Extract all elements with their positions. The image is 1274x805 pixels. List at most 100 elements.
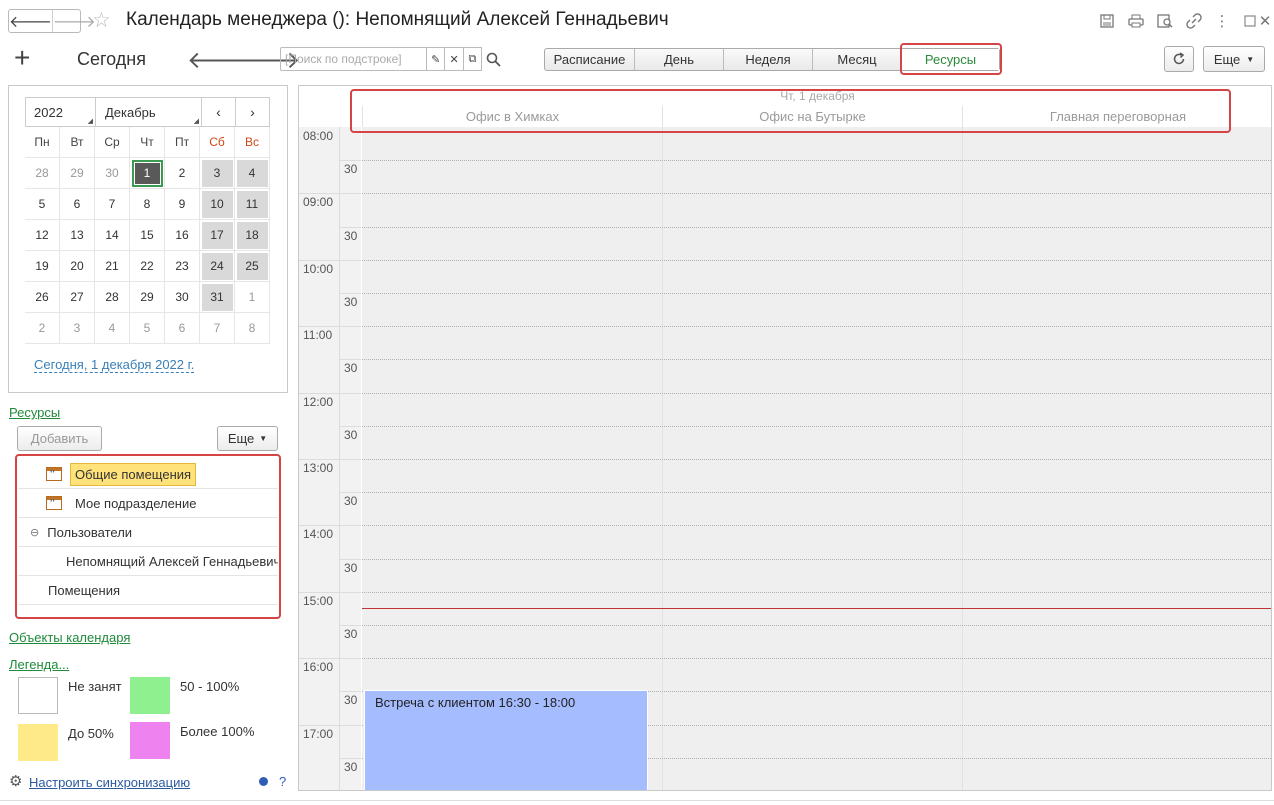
list-item[interactable]: Помещения [18, 576, 278, 605]
hour-label: 12:00 [303, 394, 334, 409]
calendar-day[interactable]: 15 [130, 220, 165, 251]
view-tab-schedule[interactable]: Расписание [545, 49, 634, 70]
view-tab-resources[interactable]: Ресурсы [901, 49, 999, 70]
calendar-day[interactable]: 30 [95, 158, 130, 189]
calendar-day[interactable]: 29 [130, 282, 165, 313]
schedule-column-header: Офис в Химках [362, 106, 662, 127]
calendar-day[interactable]: 3 [200, 158, 235, 189]
calendar-day[interactable]: 13 [60, 220, 95, 251]
calendar-day[interactable]: 17 [200, 220, 235, 251]
time-tick [339, 226, 361, 228]
hour-label: 08:00 [303, 129, 334, 143]
favorite-star-icon[interactable]: ☆ [92, 8, 111, 33]
prev-month-icon[interactable]: ‹ [202, 98, 236, 126]
calendar-day[interactable]: 22 [130, 251, 165, 282]
calendar-day-number: 6 [178, 321, 186, 335]
schedule-grid[interactable]: Встреча с клиентом 16:30 - 18:00 [362, 127, 1271, 790]
calendar-day[interactable]: 2 [165, 158, 200, 189]
calendar-day[interactable]: 31 [200, 282, 235, 313]
calendar-day[interactable]: 2 [25, 313, 60, 344]
more-button[interactable]: Еще ▼ [1203, 46, 1265, 72]
calendar-day[interactable]: 27 [60, 282, 95, 313]
add-resource-button[interactable]: Добавить [17, 426, 102, 451]
print-icon[interactable] [1126, 11, 1146, 31]
pencil-icon[interactable]: ✎ [427, 47, 446, 71]
legend-link[interactable]: Легенда... [9, 657, 69, 672]
maximize-icon[interactable] [1240, 11, 1260, 31]
calendar-day[interactable]: 7 [200, 313, 235, 344]
calendar-objects-link[interactable]: Объекты календаря [9, 630, 130, 645]
calendar-day[interactable]: 8 [130, 189, 165, 220]
next-month-icon[interactable]: › [236, 98, 269, 126]
calendar-day[interactable]: 12 [25, 220, 60, 251]
calendar-day[interactable]: 1 [130, 158, 165, 189]
today-button[interactable]: Сегодня [77, 49, 146, 70]
sync-settings-link[interactable]: Настроить синхронизацию [29, 775, 190, 790]
forward-arrow-icon[interactable]: 🡒 [51, 10, 96, 32]
calendar-day[interactable]: 29 [60, 158, 95, 189]
calendar-day[interactable]: 16 [165, 220, 200, 251]
view-tab-day[interactable]: День [634, 49, 723, 70]
calendar-day[interactable]: 30 [165, 282, 200, 313]
refresh-button[interactable] [1164, 46, 1194, 72]
calendar-day[interactable]: 28 [95, 282, 130, 313]
calendar-day[interactable]: 11 [235, 189, 270, 220]
calendar-day-number: 16 [175, 228, 189, 242]
calendar-day[interactable]: 5 [130, 313, 165, 344]
add-icon[interactable]: + [14, 44, 30, 72]
calendar-day[interactable]: 28 [25, 158, 60, 189]
calendar-day[interactable]: 18 [235, 220, 270, 251]
list-item[interactable]: Общие помещения [18, 460, 278, 489]
search-input[interactable]: [Поиск по подстроке] [280, 47, 428, 71]
calendar-day[interactable]: 21 [95, 251, 130, 282]
time-tick [299, 591, 361, 593]
resources-title-link[interactable]: Ресурсы [9, 405, 60, 420]
view-tab-week[interactable]: Неделя [723, 49, 812, 70]
calendar-day[interactable]: 19 [25, 251, 60, 282]
back-arrow-icon[interactable]: 🡐 [9, 10, 52, 32]
list-item[interactable]: Мое подразделение [18, 489, 278, 518]
calendar-day[interactable]: 3 [60, 313, 95, 344]
calendar-day[interactable]: 26 [25, 282, 60, 313]
calendar-day[interactable]: 1 [235, 282, 270, 313]
calendar-day[interactable]: 6 [60, 189, 95, 220]
calendar-day[interactable]: 23 [165, 251, 200, 282]
help-icon[interactable]: ? [279, 774, 286, 789]
resource-label: Мое подразделение [75, 495, 197, 511]
grid-line [362, 625, 1271, 626]
more-vert-icon[interactable]: ⋮ [1212, 11, 1232, 31]
calendar-day[interactable]: 25 [235, 251, 270, 282]
calendar-day[interactable]: 4 [95, 313, 130, 344]
link-icon[interactable] [1184, 11, 1204, 31]
calendar-day[interactable]: 9 [165, 189, 200, 220]
close-icon[interactable]: ✕ [1258, 11, 1272, 31]
schedule-event[interactable]: Встреча с клиентом 16:30 - 18:00 [364, 690, 648, 790]
calendar-day[interactable]: 4 [235, 158, 270, 189]
calendar-day-number: 30 [175, 290, 189, 304]
collapse-icon[interactable]: ⊖ [30, 526, 39, 539]
preview-icon[interactable] [1155, 11, 1175, 31]
copy-icon[interactable]: ⧉ [463, 47, 483, 71]
search-icon[interactable] [482, 47, 505, 71]
calendar-day-number: 20 [70, 259, 84, 273]
today-link[interactable]: Сегодня, 1 декабря 2022 г. [34, 357, 195, 373]
calendar-day[interactable]: 24 [200, 251, 235, 282]
clear-icon[interactable]: ✕ [445, 47, 464, 71]
list-item[interactable]: Непомнящий Алексей Геннадьевич [18, 547, 278, 576]
calendar-day[interactable]: 5 [25, 189, 60, 220]
month-field[interactable]: Декабрь ◢ [96, 98, 202, 126]
save-icon[interactable] [1097, 11, 1117, 31]
view-tab-month[interactable]: Месяц [812, 49, 901, 70]
resource-label: Помещения [48, 582, 121, 598]
calendar-day[interactable]: 20 [60, 251, 95, 282]
calendar-day-number: 2 [178, 166, 186, 180]
calendar-day[interactable]: 8 [235, 313, 270, 344]
calendar-day[interactable]: 10 [200, 189, 235, 220]
calendar-day[interactable]: 14 [95, 220, 130, 251]
calendar-day[interactable]: 6 [165, 313, 200, 344]
year-field[interactable]: 2022 ◢ [26, 98, 96, 126]
list-item[interactable]: ⊖ Пользователи [18, 518, 278, 547]
preview-group [1155, 11, 1175, 31]
calendar-day[interactable]: 7 [95, 189, 130, 220]
resources-more-button[interactable]: Еще ▼ [217, 426, 278, 451]
